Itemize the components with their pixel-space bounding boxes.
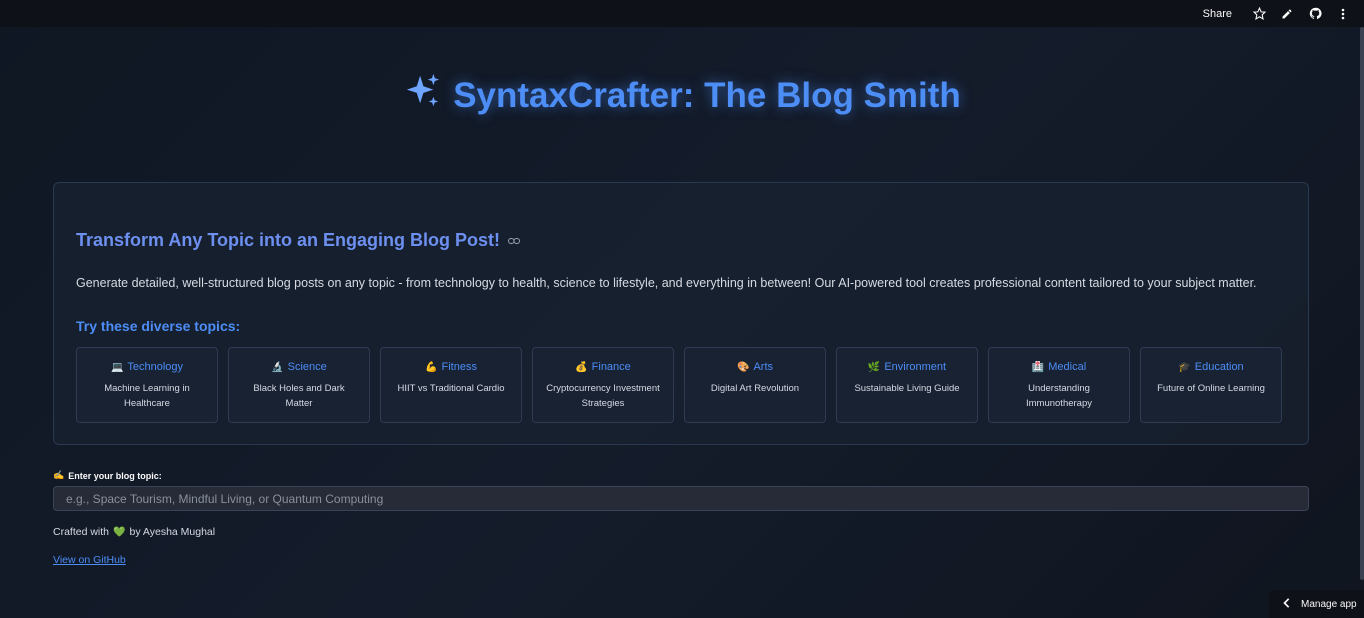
topic-example: Cryptocurrency Investment Strategies [546, 383, 660, 409]
topic-category: Finance [591, 361, 631, 373]
topic-card-environment[interactable]: 🌿 Environment Sustainable Living Guide [836, 347, 978, 423]
pencil-icon[interactable] [1280, 7, 1294, 21]
topic-category: Education [1194, 361, 1244, 373]
topic-emoji-icon: 💰 [575, 361, 588, 373]
top-toolbar: Share [0, 0, 1364, 27]
topic-card-header: 🔬 Science [229, 361, 369, 373]
share-button[interactable]: Share [1203, 8, 1232, 20]
sparkles-icon [403, 72, 441, 119]
topic-example: Digital Art Revolution [710, 383, 800, 394]
credits: Crafted with 💚 by Ayesha Mughal [53, 526, 215, 538]
github-icon[interactable] [1308, 7, 1322, 21]
page-title: SyntaxCrafter: The Blog Smith [0, 72, 1364, 119]
anchor-link-icon[interactable] [508, 234, 521, 248]
heart-icon: 💚 [113, 526, 126, 538]
topic-emoji-icon: 🌿 [867, 361, 881, 373]
topic-card-header: 🌿 Environment [837, 361, 977, 373]
topic-emoji-icon: 💪 [425, 361, 438, 373]
star-icon[interactable] [1252, 7, 1266, 21]
topic-example: Machine Learning in Healthcare [104, 383, 190, 409]
topic-card-medical[interactable]: 🏥 Medical Understanding Immunotherapy [988, 347, 1130, 423]
title-text: SyntaxCrafter: The Blog Smith [453, 75, 961, 115]
topic-card-arts[interactable]: 🎨 Arts Digital Art Revolution [684, 347, 826, 423]
topic-category: Environment [884, 361, 947, 373]
topic-card-header: 🎨 Arts [685, 361, 825, 373]
topic-card-science[interactable]: 🔬 Science Black Holes and Dark Matter [228, 347, 370, 423]
topics-grid: 💻 Technology Machine Learning in Healthcar… [76, 347, 1286, 423]
topic-example: HIIT vs Traditional Cardio [397, 383, 505, 394]
crafted-prefix: Crafted with [53, 526, 110, 538]
topic-card-header: 🎓 Education [1141, 361, 1281, 373]
manage-app-button[interactable]: Manage app [1269, 590, 1364, 618]
topic-emoji-icon: 💻 [110, 361, 124, 373]
topic-card-fitness[interactable]: 💪 Fitness HIIT vs Traditional Cardio [380, 347, 522, 423]
intro-heading-text: Transform Any Topic into an Engaging Blo… [76, 230, 501, 250]
topic-card-header: 🏥 Medical [989, 361, 1129, 373]
topic-category: Science [287, 361, 327, 373]
topic-card-finance[interactable]: 💰 Finance Cryptocurrency Investment Strate… [532, 347, 674, 423]
topic-example: Future of Online Learning [1157, 383, 1265, 394]
topics-heading: Try these diverse topics: [76, 318, 241, 334]
topic-emoji-icon: 🏥 [1031, 361, 1045, 373]
more-vertical-icon[interactable] [1336, 7, 1350, 21]
topic-card-technology[interactable]: 💻 Technology Machine Learning in Healthcar… [76, 347, 218, 423]
writing-hand-icon: ✍️ [53, 470, 65, 480]
topic-emoji-icon: 🎓 [1178, 361, 1191, 373]
topic-emoji-icon: 🎨 [736, 361, 750, 373]
topic-card-header: 💪 Fitness [381, 361, 521, 373]
topic-category: Technology [127, 361, 184, 373]
crafted-suffix: by Ayesha Mughal [129, 526, 216, 538]
topic-category: Medical [1048, 361, 1087, 373]
github-link[interactable]: View on GitHub [53, 554, 126, 566]
topic-input-label-text: Enter your blog topic: [68, 470, 162, 481]
topic-emoji-icon: 🔬 [271, 361, 284, 373]
topic-category: Fitness [441, 361, 477, 373]
topic-example: Sustainable Living Guide [854, 383, 960, 394]
topic-example: Black Holes and Dark Matter [253, 383, 345, 409]
topic-card-header: 💰 Finance [533, 361, 673, 373]
topic-input-label: ✍️ Enter your blog topic: [53, 470, 162, 481]
topic-card-header: 💻 Technology [77, 361, 217, 373]
manage-app-label: Manage app [1301, 598, 1357, 610]
topic-example: Understanding Immunotherapy [1025, 383, 1092, 409]
chevron-left-icon [1283, 597, 1291, 611]
intro-description: Generate detailed, well-structured blog … [76, 276, 1257, 290]
topic-category: Arts [753, 361, 773, 373]
intro-card: Transform Any Topic into an Engaging Blo… [53, 182, 1309, 445]
topic-input[interactable] [53, 486, 1309, 511]
topic-card-education[interactable]: 🎓 Education Future of Online Learning [1140, 347, 1282, 423]
intro-heading: Transform Any Topic into an Engaging Blo… [76, 230, 521, 251]
